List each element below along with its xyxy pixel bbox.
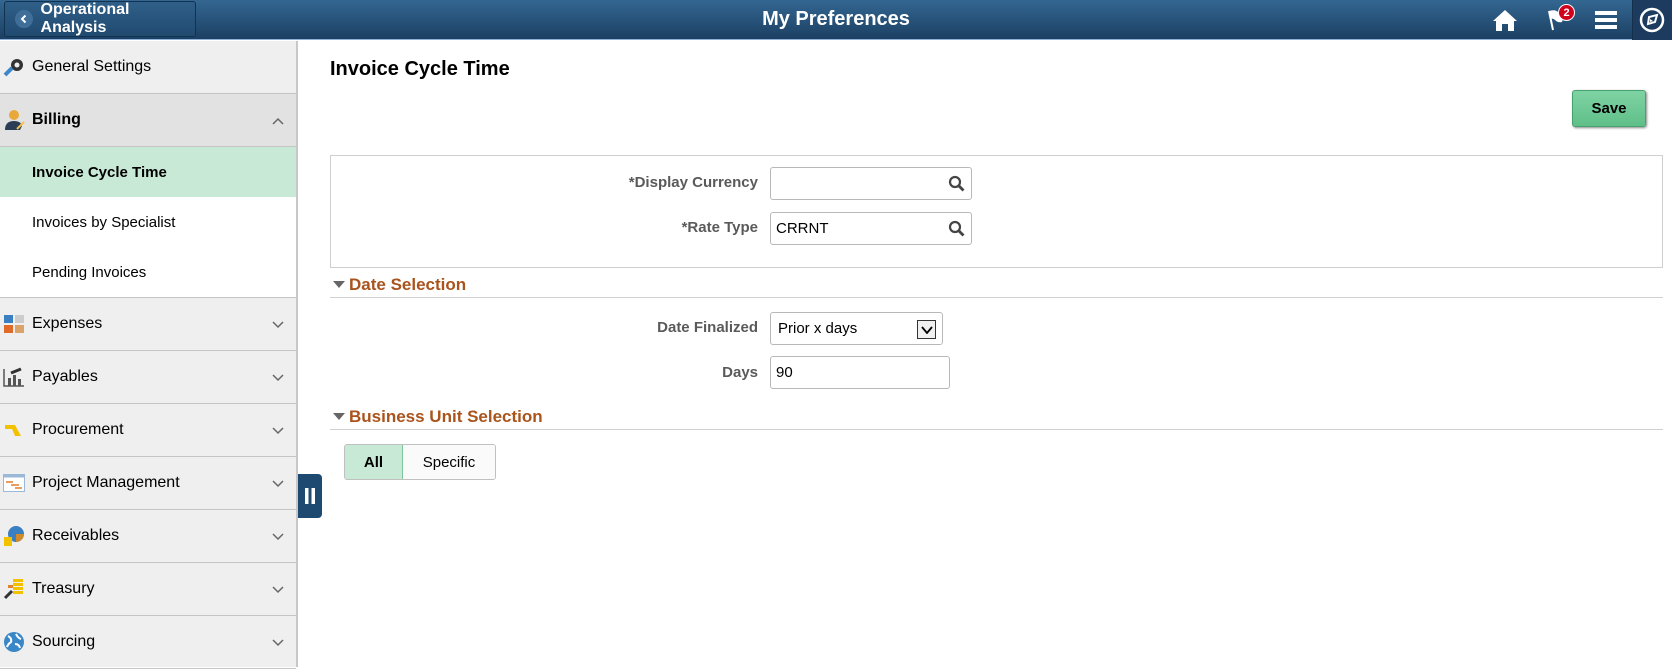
- sidebar-subitem-pending-invoices[interactable]: Pending Invoices: [0, 247, 296, 297]
- date-finalized-label: Date Finalized: [657, 319, 758, 336]
- days-label: Days: [722, 364, 758, 381]
- sidebar-collapse-handle[interactable]: [298, 474, 322, 518]
- actions-menu-icon[interactable]: [1591, 6, 1621, 34]
- sidebar-item-general-settings[interactable]: General Settings: [0, 41, 296, 94]
- sidebar-item-label: General Settings: [32, 58, 152, 75]
- chevron-down-icon: [272, 316, 284, 334]
- sidebar-item-sourcing[interactable]: Sourcing: [0, 616, 296, 669]
- notification-badge: 2: [1558, 4, 1575, 21]
- navbar-compass-icon: [1637, 6, 1667, 34]
- search-icon[interactable]: [948, 175, 965, 196]
- sidebar-item-label: Procurement: [32, 421, 124, 438]
- currency-group-box: [330, 155, 1663, 268]
- sidebar-item-payables[interactable]: Payables: [0, 351, 296, 404]
- date-finalized-select[interactable]: Prior x days: [770, 312, 943, 345]
- sourcing-globe-icon: [2, 631, 26, 653]
- back-button-label: Operational Analysis: [40, 1, 130, 36]
- sidebar-item-label: Payables: [32, 368, 98, 385]
- sidebar-item-receivables[interactable]: Receivables: [0, 510, 296, 563]
- business-unit-title: Business Unit Selection: [349, 406, 543, 426]
- business-unit-segmented-control: All Specific: [344, 444, 496, 480]
- business-unit-section-header[interactable]: Business Unit Selection: [330, 404, 1663, 430]
- sidebar-item-procurement[interactable]: Procurement: [0, 404, 296, 457]
- chevron-up-icon: [272, 112, 284, 130]
- billing-icon: [2, 109, 26, 131]
- project-management-icon: [2, 472, 26, 494]
- rate-type-value: CRRNT: [776, 220, 829, 237]
- billing-submenu: Invoice Cycle Time Invoices by Specialis…: [0, 147, 296, 298]
- days-value: 90: [776, 364, 793, 381]
- sidebar-item-label: Sourcing: [32, 633, 96, 650]
- content-title: Invoice Cycle Time: [330, 58, 510, 80]
- expenses-icon: [2, 313, 26, 335]
- home-icon[interactable]: [1490, 6, 1520, 34]
- procurement-icon: [2, 419, 26, 441]
- display-currency-label: *Display Currency: [628, 174, 758, 191]
- collapse-triangle-icon: [333, 413, 345, 420]
- collapse-triangle-icon: [333, 281, 345, 288]
- payables-icon: [2, 366, 26, 388]
- chevron-down-icon: [272, 369, 284, 387]
- dropdown-arrow-icon: [917, 320, 936, 339]
- sidebar-item-label: Treasury: [32, 580, 95, 597]
- receivables-icon: [2, 525, 26, 547]
- sidebar-subitem-invoice-cycle-time[interactable]: Invoice Cycle Time: [0, 147, 296, 197]
- business-unit-all-button[interactable]: All: [345, 445, 403, 479]
- navbar-button[interactable]: [1633, 0, 1672, 40]
- sidebar-item-label: Project Management: [32, 474, 180, 491]
- chevron-down-icon: [272, 528, 284, 546]
- chevron-down-icon: [272, 475, 284, 493]
- chevron-down-icon: [272, 581, 284, 599]
- rate-type-label: *Rate Type: [681, 219, 758, 236]
- general-settings-icon: [2, 56, 26, 78]
- save-button[interactable]: Save: [1572, 90, 1646, 127]
- business-unit-specific-button[interactable]: Specific: [403, 445, 495, 479]
- sidebar-item-label: Billing: [32, 111, 81, 128]
- back-button[interactable]: Operational Analysis: [4, 1, 196, 37]
- date-selection-section-header[interactable]: Date Selection: [330, 272, 1663, 298]
- search-icon[interactable]: [948, 220, 965, 241]
- date-finalized-value: Prior x days: [778, 320, 858, 337]
- chevron-down-icon: [272, 422, 284, 440]
- sidebar: General Settings Billing Invoice Cycle T…: [0, 41, 298, 669]
- sidebar-item-billing[interactable]: Billing: [0, 94, 296, 147]
- chevron-down-icon: [272, 634, 284, 652]
- date-selection-title: Date Selection: [349, 274, 467, 294]
- pause-bars-icon: [305, 488, 315, 504]
- sidebar-item-expenses[interactable]: Expenses: [0, 298, 296, 351]
- days-input[interactable]: 90: [770, 356, 950, 389]
- display-currency-input[interactable]: [770, 167, 972, 200]
- chevron-left-icon: [15, 10, 33, 28]
- rate-type-input[interactable]: CRRNT: [770, 212, 972, 245]
- page-title: My Preferences: [762, 8, 910, 30]
- sidebar-item-project-management[interactable]: Project Management: [0, 457, 296, 510]
- sidebar-item-label: Receivables: [32, 527, 120, 544]
- top-banner: Operational Analysis My Preferences 2: [0, 0, 1672, 40]
- sidebar-subitem-invoices-by-specialist[interactable]: Invoices by Specialist: [0, 197, 296, 247]
- notifications-flag-icon[interactable]: 2: [1542, 4, 1575, 34]
- sidebar-item-treasury[interactable]: Treasury: [0, 563, 296, 616]
- sidebar-item-label: Expenses: [32, 315, 103, 332]
- treasury-icon: [2, 578, 26, 600]
